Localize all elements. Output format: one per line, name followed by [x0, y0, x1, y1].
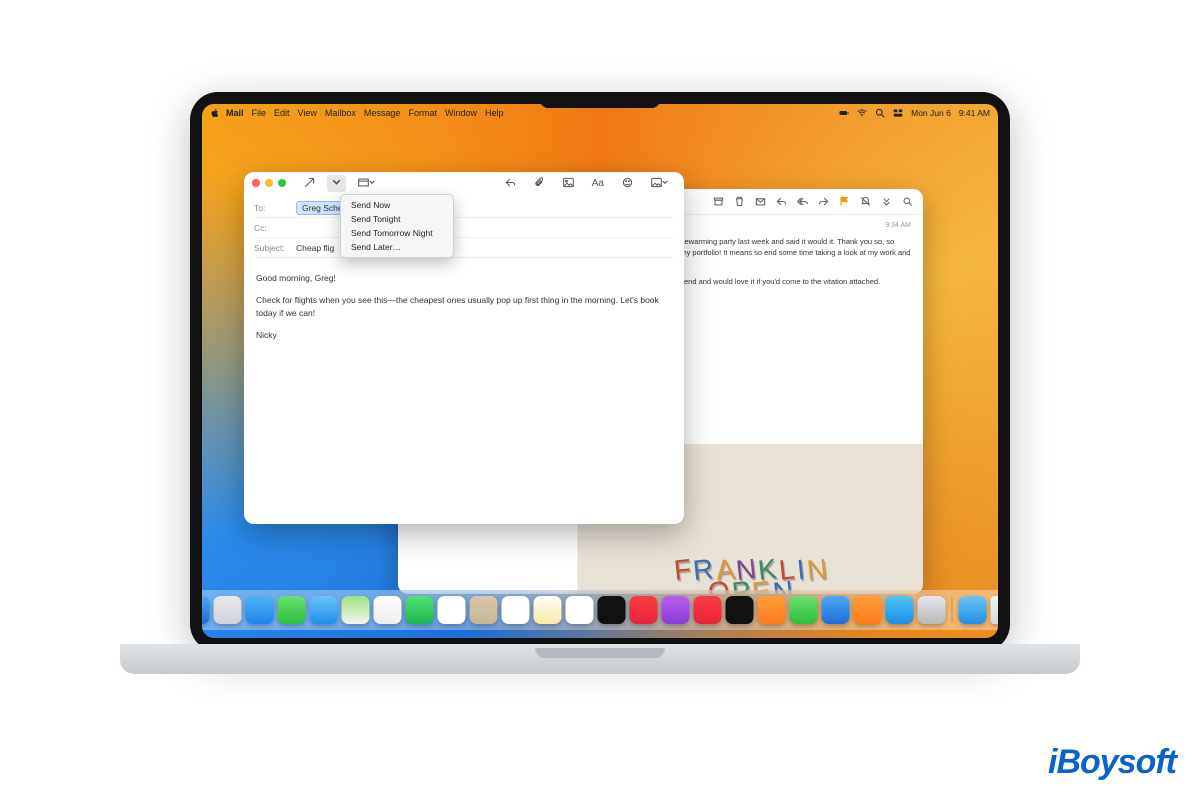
dock-trash[interactable] [991, 596, 999, 624]
dock-app-pages[interactable] [854, 596, 882, 624]
dock-app-contacts[interactable] [470, 596, 498, 624]
message-time: 9:34 AM [885, 221, 911, 231]
menubar-date[interactable]: Mon Jun 6 [911, 108, 951, 118]
menu-item-send-tomorrow-night[interactable]: Send Tomorrow Night [341, 226, 453, 240]
menu-item-send-tonight[interactable]: Send Tonight [341, 212, 453, 226]
subject-field-row[interactable]: Subject: Cheap flig [254, 238, 674, 258]
dock-app-keynote[interactable] [822, 596, 850, 624]
laptop-mockup: Mail File Edit View Mailbox Message Form… [190, 92, 1010, 652]
dock-app-photos[interactable] [374, 596, 402, 624]
traffic-lights [252, 179, 286, 187]
laptop-chin [120, 644, 1080, 674]
to-label: To: [254, 203, 290, 213]
subject-value: Cheap flig [296, 243, 334, 253]
more-icon[interactable] [881, 196, 892, 207]
menu-edit[interactable]: Edit [274, 108, 290, 118]
dock-app-maps[interactable] [342, 596, 370, 624]
dock-app-numbers[interactable] [790, 596, 818, 624]
menubar-time[interactable]: 9:41 AM [959, 108, 990, 118]
menu-help[interactable]: Help [485, 108, 504, 118]
dock-app-tv[interactable] [598, 596, 626, 624]
dock-app-stocks[interactable] [726, 596, 754, 624]
dock-app-notes[interactable] [534, 596, 562, 624]
dock-downloads[interactable] [959, 596, 987, 624]
menubar-app-name[interactable]: Mail [226, 108, 244, 118]
control-center-icon[interactable] [893, 108, 903, 118]
send-menu-toggle[interactable] [327, 175, 346, 192]
dock-app-books[interactable] [758, 596, 786, 624]
body-line: Good morning, Greg! [256, 272, 672, 286]
apple-logo-icon[interactable] [210, 108, 220, 118]
battery-icon[interactable] [839, 108, 849, 118]
cc-label: Cc: [254, 223, 290, 233]
photo-icon[interactable] [559, 175, 578, 192]
to-field-row[interactable]: To: Greg Scheer [254, 198, 674, 218]
dock-app-podcasts[interactable] [662, 596, 690, 624]
wifi-icon[interactable] [857, 108, 867, 118]
attach-icon[interactable] [530, 175, 549, 192]
reply-all-icon[interactable] [797, 196, 808, 207]
watermark-logo: iBoysoft [1048, 743, 1176, 782]
format-icon[interactable]: Aa [588, 176, 608, 191]
search-icon[interactable] [875, 108, 885, 118]
compose-toolbar: Aa [244, 172, 684, 194]
subject-label: Subject: [254, 243, 290, 253]
menu-item-send-now[interactable]: Send Now [341, 198, 453, 212]
send-button[interactable] [300, 175, 319, 192]
menubar-menus: Mail File Edit View Mailbox Message Form… [226, 108, 504, 118]
body-line: Check for flights when you see this—the … [256, 294, 672, 321]
emoji-icon[interactable] [618, 175, 637, 192]
dock-app-safari[interactable] [246, 596, 274, 624]
menu-window[interactable]: Window [445, 108, 477, 118]
close-button[interactable] [252, 179, 260, 187]
flag-icon[interactable] [839, 196, 850, 207]
reply-icon[interactable] [776, 196, 787, 207]
minimize-button[interactable] [265, 179, 273, 187]
dock-app-settings[interactable] [918, 596, 946, 624]
menu-mailbox[interactable]: Mailbox [325, 108, 356, 118]
forward-icon[interactable] [818, 196, 829, 207]
dock-app-finder[interactable] [202, 596, 210, 624]
compose-window: Aa Send Now Send Tonight Send Tomorrow N… [244, 172, 684, 524]
dock-app-reminders[interactable] [502, 596, 530, 624]
junk-icon[interactable] [755, 196, 766, 207]
header-fields-toggle[interactable] [354, 175, 379, 192]
dock-separator [952, 597, 953, 623]
dock-app-music[interactable] [630, 596, 658, 624]
media-menu[interactable] [647, 175, 672, 192]
laptop-bezel: Mail File Edit View Mailbox Message Form… [190, 92, 1010, 652]
dock-app-appstore[interactable] [886, 596, 914, 624]
trash-icon[interactable] [734, 196, 745, 207]
send-later-menu: Send Now Send Tonight Send Tomorrow Nigh… [340, 194, 454, 258]
search-icon[interactable] [902, 196, 913, 207]
mute-icon[interactable] [860, 196, 871, 207]
dock-app-calendar[interactable] [438, 596, 466, 624]
menubar-status: Mon Jun 6 9:41 AM [839, 108, 990, 118]
dock-app-launchpad[interactable] [214, 596, 242, 624]
dock-app-messages[interactable] [278, 596, 306, 624]
display-notch [540, 92, 660, 108]
menu-file[interactable]: File [252, 108, 267, 118]
dock-app-mail[interactable] [310, 596, 338, 624]
zoom-button[interactable] [278, 179, 286, 187]
flyer-text: Friday, June [872, 444, 923, 447]
dock-app-facetime[interactable] [406, 596, 434, 624]
reply-icon[interactable] [501, 175, 520, 192]
dock-app-freeform[interactable] [566, 596, 594, 624]
menu-format[interactable]: Format [408, 108, 437, 118]
compose-body[interactable]: Good morning, Greg! Check for flights wh… [244, 262, 684, 352]
desktop: Mail File Edit View Mailbox Message Form… [202, 104, 998, 638]
dock-app-news[interactable] [694, 596, 722, 624]
archive-icon[interactable] [713, 196, 724, 207]
menu-message[interactable]: Message [364, 108, 401, 118]
cc-field-row[interactable]: Cc: [254, 218, 674, 238]
body-signature: Nicky [256, 329, 672, 343]
menu-view[interactable]: View [298, 108, 317, 118]
dock [202, 590, 998, 630]
menu-item-send-later[interactable]: Send Later… [341, 240, 453, 254]
